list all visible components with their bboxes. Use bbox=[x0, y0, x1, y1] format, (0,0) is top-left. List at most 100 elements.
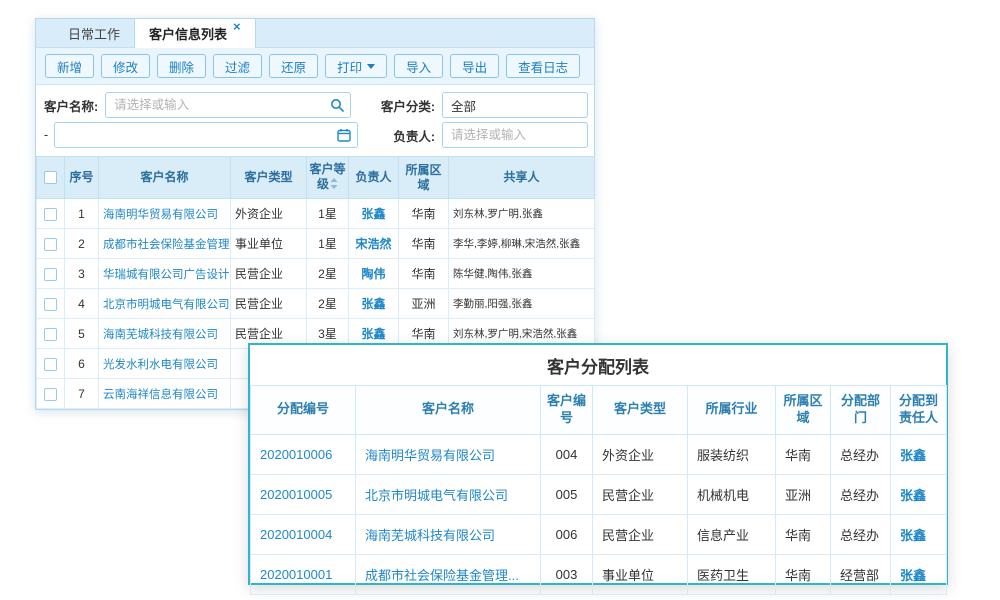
owner-input[interactable] bbox=[442, 122, 588, 148]
cell-region: 华南 bbox=[776, 514, 831, 554]
owner-link[interactable]: 宋浩然 bbox=[355, 237, 391, 251]
row-checkbox[interactable] bbox=[44, 298, 57, 311]
export-button[interactable]: 导出 bbox=[450, 54, 499, 78]
row-checkbox[interactable] bbox=[44, 208, 57, 221]
cell-alloc-no: 2020010005 bbox=[251, 474, 356, 514]
tab-label: 日常工作 bbox=[68, 24, 120, 43]
customer-name-link[interactable]: 海南明华贸易有限公司 bbox=[365, 448, 495, 463]
cell-customer-name: 成都市社会保险基金管理... bbox=[356, 554, 541, 594]
owner-link[interactable]: 张鑫 bbox=[361, 207, 385, 221]
cell-customer-type: 事业单位 bbox=[231, 229, 307, 259]
owner-link[interactable]: 陶伟 bbox=[361, 267, 385, 281]
row-checkbox[interactable] bbox=[44, 238, 57, 251]
cell-region: 华南 bbox=[776, 434, 831, 474]
customer-name-link[interactable]: 云南海祥信息有限公司 bbox=[103, 389, 218, 401]
cell-seq: 5 bbox=[65, 319, 99, 349]
header-alloc-no: 分配编号 bbox=[251, 386, 356, 435]
date-field bbox=[54, 122, 358, 148]
cell-assignee: 张鑫 bbox=[891, 474, 947, 514]
tab-customer-info-list[interactable]: 客户信息列表 × bbox=[134, 19, 256, 48]
close-icon[interactable]: × bbox=[233, 20, 241, 34]
header-customer-level[interactable]: 客户等级 bbox=[307, 157, 349, 199]
cell-customer-name: 光发水利水电有限公司 bbox=[99, 349, 231, 379]
row-checkbox[interactable] bbox=[44, 328, 57, 341]
table-row: 3 华瑞城有限公司广告设计部 民营企业 2星 陶伟 华南 陈华健,陶伟,张鑫 bbox=[37, 259, 595, 289]
cell-level: 1星 bbox=[307, 199, 349, 229]
owner-link[interactable]: 张鑫 bbox=[361, 327, 385, 341]
customer-name-link[interactable]: 海南芜城科技有限公司 bbox=[103, 329, 218, 341]
allocation-no-link[interactable]: 2020010005 bbox=[260, 487, 332, 502]
customer-name-input[interactable] bbox=[105, 92, 351, 118]
cell-industry: 服装纺织 bbox=[688, 434, 776, 474]
cell-level: 2星 bbox=[307, 289, 349, 319]
cell-region: 华南 bbox=[399, 259, 449, 289]
header-industry: 所属行业 bbox=[688, 386, 776, 435]
filter-button[interactable]: 过滤 bbox=[213, 54, 262, 78]
owner-link[interactable]: 张鑫 bbox=[361, 297, 385, 311]
customer-name-link[interactable]: 海南明华贸易有限公司 bbox=[103, 209, 218, 221]
assignee-link[interactable]: 张鑫 bbox=[900, 448, 926, 463]
customer-name-link[interactable]: 北京市明城电气有限公司 bbox=[103, 299, 230, 311]
row-checkbox[interactable] bbox=[44, 358, 57, 371]
cell-customer-type: 民营企业 bbox=[231, 289, 307, 319]
cell-seq: 2 bbox=[65, 229, 99, 259]
cell-assignee: 张鑫 bbox=[891, 514, 947, 554]
select-all-checkbox[interactable] bbox=[44, 171, 57, 184]
allocation-no-link[interactable]: 2020010001 bbox=[260, 567, 332, 582]
add-button[interactable]: 新增 bbox=[45, 54, 94, 78]
allocation-no-link[interactable]: 2020010006 bbox=[260, 447, 332, 462]
row-checkbox[interactable] bbox=[44, 268, 57, 281]
header-customer-name: 客户名称 bbox=[99, 157, 231, 199]
customer-name-link[interactable]: 光发水利水电有限公司 bbox=[103, 359, 218, 371]
sort-icon[interactable] bbox=[330, 178, 338, 192]
cell-checkbox bbox=[37, 289, 65, 319]
print-button[interactable]: 打印 bbox=[325, 54, 387, 78]
cell-seq: 1 bbox=[65, 199, 99, 229]
customer-category-select[interactable]: 全部 bbox=[442, 92, 588, 118]
cell-customer-no: 003 bbox=[541, 554, 593, 594]
cell-seq: 6 bbox=[65, 349, 99, 379]
row-checkbox[interactable] bbox=[44, 388, 57, 401]
table-row: 4 北京市明城电气有限公司 民营企业 2星 张鑫 亚洲 李勤丽,阳强,张鑫 bbox=[37, 289, 595, 319]
customer-name-link[interactable]: 成都市社会保险基金管理... bbox=[103, 239, 231, 251]
header-customer-name: 客户名称 bbox=[356, 386, 541, 435]
assignee-link[interactable]: 张鑫 bbox=[900, 488, 926, 503]
owner-label: 负责人: bbox=[393, 126, 435, 145]
assignee-link[interactable]: 张鑫 bbox=[900, 528, 926, 543]
filter-area: 客户名称: 客户分类: 全部 - bbox=[36, 85, 594, 156]
table-row: 2 成都市社会保险基金管理... 事业单位 1星 宋浩然 华南 李华,李婷,柳琳… bbox=[37, 229, 595, 259]
header-customer-no: 客户编号 bbox=[541, 386, 593, 435]
edit-button[interactable]: 修改 bbox=[101, 54, 150, 78]
cell-region: 华南 bbox=[399, 229, 449, 259]
allocation-header-row: 分配编号 客户名称 客户编号 客户类型 所属行业 所属区域 分配部门 分配到责任… bbox=[251, 386, 947, 435]
allocation-no-link[interactable]: 2020010004 bbox=[260, 527, 332, 542]
cell-alloc-no: 2020010001 bbox=[251, 554, 356, 594]
calendar-icon[interactable] bbox=[337, 128, 351, 145]
restore-button[interactable]: 还原 bbox=[269, 54, 318, 78]
cell-assignee: 张鑫 bbox=[891, 434, 947, 474]
cell-industry: 医药卫生 bbox=[688, 554, 776, 594]
customer-name-link[interactable]: 北京市明城电气有限公司 bbox=[365, 488, 508, 503]
allocation-panel: 客户分配列表 分配编号 客户名称 客户编号 客户类型 所属行业 所属区域 分配部… bbox=[248, 343, 948, 585]
customer-name-label: 客户名称: bbox=[44, 96, 98, 115]
customer-name-link[interactable]: 成都市社会保险基金管理... bbox=[365, 568, 519, 583]
search-icon[interactable] bbox=[330, 98, 344, 115]
cell-checkbox bbox=[37, 199, 65, 229]
cell-dept: 经营部 bbox=[831, 554, 891, 594]
customer-name-link[interactable]: 华瑞城有限公司广告设计部 bbox=[103, 269, 231, 281]
cell-checkbox bbox=[37, 379, 65, 409]
customer-name-field bbox=[105, 92, 351, 118]
cell-owner: 张鑫 bbox=[349, 289, 399, 319]
customer-name-link[interactable]: 海南芜城科技有限公司 bbox=[365, 528, 495, 543]
date-input[interactable] bbox=[54, 122, 358, 148]
cell-dept: 总经办 bbox=[831, 514, 891, 554]
table-row: 2020010006 海南明华贸易有限公司 004 外资企业 服装纺织 华南 总… bbox=[251, 434, 947, 474]
tab-daily-work[interactable]: 日常工作 bbox=[54, 19, 134, 48]
cell-customer-type: 事业单位 bbox=[593, 554, 688, 594]
cell-seq: 3 bbox=[65, 259, 99, 289]
import-button[interactable]: 导入 bbox=[394, 54, 443, 78]
view-log-button[interactable]: 查看日志 bbox=[506, 54, 580, 78]
assignee-link[interactable]: 张鑫 bbox=[900, 568, 926, 583]
owner-field bbox=[442, 122, 588, 148]
delete-button[interactable]: 删除 bbox=[157, 54, 206, 78]
